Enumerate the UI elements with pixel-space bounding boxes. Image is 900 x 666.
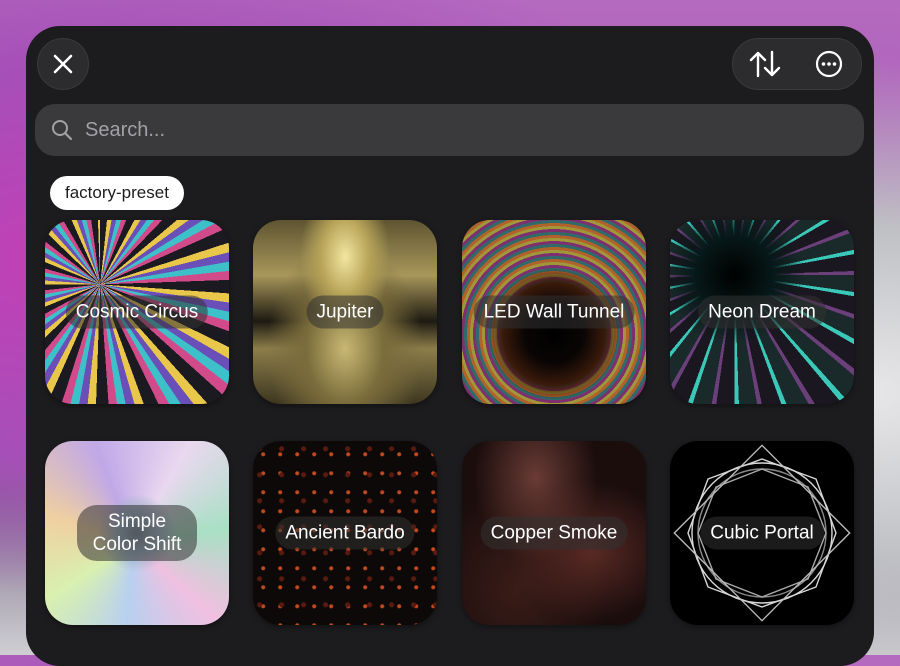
preset-tile-copper-smoke[interactable]: Copper Smoke xyxy=(462,441,646,625)
toolbar-actions xyxy=(732,38,862,90)
preset-label: LED Wall Tunnel xyxy=(473,295,635,329)
preset-label: Jupiter xyxy=(306,295,384,329)
preset-browser-panel: factory-preset Cosmic Circus Jupiter LED… xyxy=(26,26,874,666)
search-icon xyxy=(51,119,73,141)
tag-label: factory-preset xyxy=(65,183,169,202)
ellipsis-circle-icon xyxy=(815,50,843,78)
preset-label: Simple Color Shift xyxy=(77,505,197,561)
preset-label: Cubic Portal xyxy=(700,516,824,550)
sort-button[interactable] xyxy=(740,39,790,89)
tag-factory-preset[interactable]: factory-preset xyxy=(50,176,184,210)
preset-tile-cosmic-circus[interactable]: Cosmic Circus xyxy=(45,220,229,404)
preset-label: Copper Smoke xyxy=(480,516,628,550)
preset-label: Ancient Bardo xyxy=(275,516,415,550)
preset-tile-simple-color-shift[interactable]: Simple Color Shift xyxy=(45,441,229,625)
more-button[interactable] xyxy=(804,39,854,89)
search-bar[interactable] xyxy=(35,104,864,156)
preset-tile-jupiter[interactable]: Jupiter xyxy=(253,220,437,404)
preset-tile-neon-dream[interactable]: Neon Dream xyxy=(670,220,854,404)
preset-tile-led-wall-tunnel[interactable]: LED Wall Tunnel xyxy=(462,220,646,404)
close-button[interactable] xyxy=(37,38,89,90)
preset-tile-ancient-bardo[interactable]: Ancient Bardo xyxy=(253,441,437,625)
preset-label: Cosmic Circus xyxy=(65,295,209,329)
close-icon xyxy=(53,54,73,74)
search-input[interactable] xyxy=(83,117,807,143)
preset-label: Neon Dream xyxy=(698,295,826,329)
preset-tile-cubic-portal[interactable]: Cubic Portal xyxy=(670,441,854,625)
sort-arrows-icon xyxy=(749,50,781,78)
